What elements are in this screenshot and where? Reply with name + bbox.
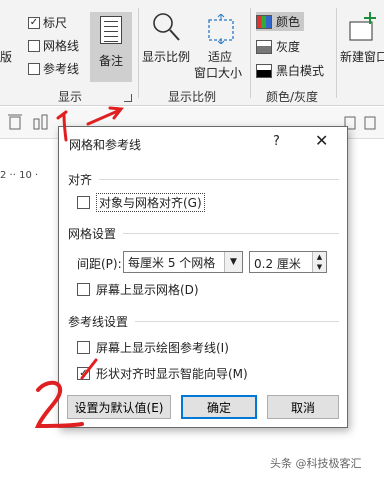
show-guides-option[interactable]: 屏幕上显示绘图参考线(I) [77, 339, 229, 356]
black-white-button[interactable]: 黑白模式 [256, 62, 324, 79]
ruler-text: 2 ·· 10 · [0, 170, 39, 181]
guides-checkbox[interactable]: 参考线 [28, 60, 79, 77]
group-zoom-label: 显示比例 [168, 90, 217, 104]
dialog-title: 网格和参考线 [69, 138, 142, 152]
smart-guides-checkbox[interactable]: ✓ [77, 367, 90, 380]
set-default-button[interactable]: 设置为默认值(E) [67, 395, 171, 419]
black-white-label: 黑白模式 [276, 64, 325, 78]
cancel-button[interactable]: 取消 [267, 395, 339, 419]
fit-label-1: 适应 [208, 50, 233, 64]
ok-button[interactable]: 确定 [181, 395, 257, 419]
gridlines-label: 网格线 [43, 39, 80, 53]
section-grid-title: 网格设置 [68, 227, 117, 241]
magnifier-icon [153, 13, 180, 41]
ribbon-edge-text: 版 [0, 50, 13, 64]
section-divider [123, 233, 339, 234]
fit-window-button[interactable]: 适应 窗口大小 [194, 12, 246, 82]
section-guides-title: 参考线设置 [68, 315, 129, 329]
snap-to-grid-option[interactable]: 对象与网格对齐(G) [77, 193, 205, 212]
notes-label: 备注 [98, 54, 123, 68]
ribbon-separator [138, 8, 139, 98]
color-mode-label: 颜色 [276, 15, 301, 29]
guides-label: 参考线 [43, 62, 80, 76]
section-align-title: 对齐 [68, 173, 93, 187]
group-show-label: 显示 [58, 90, 83, 104]
spacing-dropdown[interactable]: 每厘米 5 个网格 ▼ [123, 251, 243, 273]
black-white-swatch-icon [256, 63, 272, 78]
gridlines-check-box[interactable] [28, 39, 40, 52]
snap-to-grid-label: 对象与网格对齐(G) [96, 193, 205, 212]
smart-guides-option[interactable]: ✓ 形状对齐时显示智能向导(M) [77, 365, 248, 382]
spacing-cm-value: 0.2 厘米 [254, 257, 301, 271]
fit-window-icon [208, 14, 234, 44]
help-button[interactable]: ? [273, 134, 280, 149]
section-divider [135, 321, 339, 322]
ribbon: 版 ✓ 标尺 网格线 参考线 备注 显示比例 适应 窗口大小 颜色 灰度 黑白模… [0, 0, 384, 106]
chevron-down-icon[interactable]: ▼ [224, 252, 242, 272]
close-button[interactable]: ✕ [315, 131, 328, 150]
gridlines-checkbox[interactable]: 网格线 [28, 37, 79, 54]
snap-to-grid-checkbox[interactable] [77, 196, 90, 209]
zoom-button[interactable]: 显示比例 [142, 12, 192, 68]
ribbon-separator [250, 8, 251, 98]
watermark-text: 头条 @科技极客汇 [270, 457, 362, 470]
ruler-label: 标尺 [43, 16, 68, 30]
dialog-launcher-icon[interactable] [124, 94, 132, 102]
show-grid-checkbox[interactable] [77, 283, 90, 296]
notes-icon [100, 16, 122, 44]
show-grid-label: 屏幕上显示网格(D) [96, 283, 199, 297]
show-guides-checkbox[interactable] [77, 341, 90, 354]
show-guides-label: 屏幕上显示绘图参考线(I) [96, 341, 229, 355]
spacing-value: 每厘米 5 个网格 [128, 255, 216, 270]
grid-guides-dialog: 网格和参考线 ? ✕ 对齐 对象与网格对齐(G) 网格设置 间距(P): 每厘米… [58, 126, 348, 428]
notes-button[interactable]: 备注 [90, 12, 132, 82]
show-grid-option[interactable]: 屏幕上显示网格(D) [77, 281, 199, 298]
zoom-label: 显示比例 [142, 50, 191, 64]
guides-check-box[interactable] [28, 62, 40, 75]
new-window-icon [349, 12, 376, 41]
spacing-spinner[interactable]: 0.2 厘米 ▲ ▼ [249, 251, 327, 273]
ribbon-separator [336, 8, 337, 98]
new-window-button[interactable]: 新建窗口 [340, 12, 384, 68]
smart-guides-label: 形状对齐时显示智能向导(M) [96, 367, 248, 381]
group-color-label: 颜色/灰度 [266, 90, 319, 104]
section-divider [99, 179, 339, 180]
spinner-arrows-icon[interactable]: ▲ ▼ [312, 252, 326, 272]
ruler-checkbox[interactable]: ✓ 标尺 [28, 14, 67, 31]
grayscale-button[interactable]: 灰度 [256, 38, 300, 55]
grayscale-label: 灰度 [276, 40, 301, 54]
fit-label-2: 窗口大小 [194, 66, 243, 80]
grayscale-swatch-icon [256, 39, 272, 54]
new-window-label: 新建窗口 [340, 50, 384, 64]
color-mode-button[interactable]: 颜色 [256, 12, 305, 31]
spacing-label: 间距(P): [77, 257, 122, 271]
color-swatch-icon [256, 14, 272, 29]
ruler-check-box[interactable]: ✓ [28, 16, 40, 29]
